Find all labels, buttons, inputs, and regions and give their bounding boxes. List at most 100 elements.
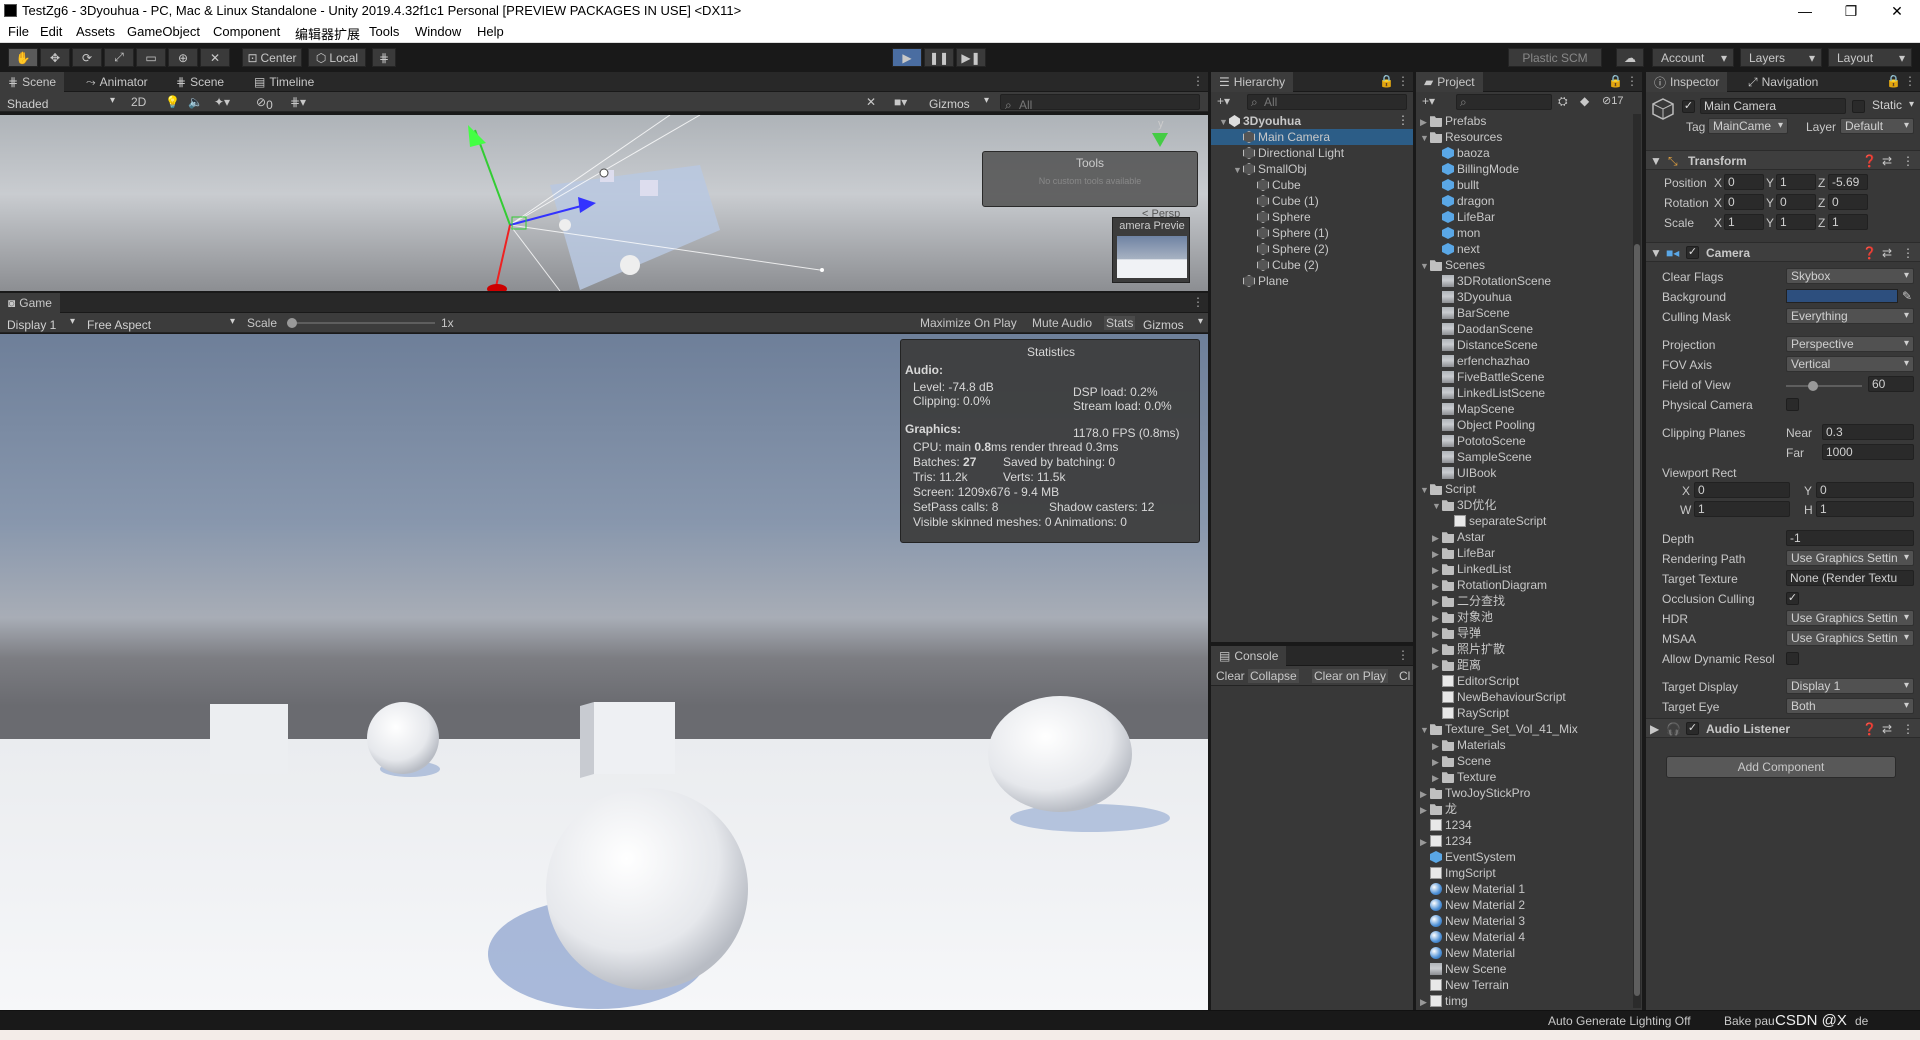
- console-clear-button[interactable]: Clear: [1216, 669, 1245, 683]
- scale-y-field[interactable]: 1: [1776, 214, 1816, 230]
- fov-field[interactable]: 60: [1868, 376, 1914, 392]
- hierarchy-item[interactable]: Sphere: [1211, 209, 1413, 225]
- bake-status[interactable]: Bake pau: [1724, 1014, 1775, 1028]
- help-icon[interactable]: ❓: [1862, 246, 1877, 260]
- project-item[interactable]: ▶ Prefabs: [1416, 113, 1634, 129]
- audio-listener-checkbox[interactable]: ✓: [1686, 722, 1699, 735]
- project-item[interactable]: DaodanScene: [1416, 321, 1634, 337]
- project-item[interactable]: erfenchazhao: [1416, 353, 1634, 369]
- project-item[interactable]: 3DRotationScene: [1416, 273, 1634, 289]
- menu-file[interactable]: File: [8, 24, 29, 39]
- target-eye-dropdown[interactable]: Both: [1786, 698, 1914, 714]
- step-button[interactable]: ▶❚: [956, 48, 986, 67]
- foldout-icon[interactable]: ▼: [1420, 722, 1430, 738]
- project-item[interactable]: ▼ Resources: [1416, 129, 1634, 145]
- project-item[interactable]: New Material: [1416, 945, 1634, 961]
- tab-console[interactable]: ▤ Console: [1211, 646, 1287, 666]
- tag-dropdown[interactable]: MainCame: [1708, 118, 1788, 134]
- more-icon[interactable]: ⋮: [1397, 113, 1409, 127]
- custom-tool-icon[interactable]: ✕: [200, 48, 230, 67]
- tab-timeline[interactable]: ▤ Timeline: [246, 72, 322, 92]
- foldout-icon[interactable]: ▶: [1432, 546, 1442, 562]
- stats-toggle[interactable]: Stats: [1104, 316, 1136, 330]
- project-item[interactable]: ▶ 导弹: [1416, 625, 1634, 641]
- dynamic-resolution-checkbox[interactable]: [1786, 652, 1799, 665]
- pivot-local-button[interactable]: ⬡ Local: [308, 48, 366, 67]
- 2d-toggle[interactable]: 2D: [131, 95, 146, 109]
- maximize-on-play-toggle[interactable]: Maximize On Play: [920, 316, 1017, 330]
- grid-snap-icon[interactable]: ⋕: [372, 48, 396, 67]
- more-icon[interactable]: ⋮: [1902, 154, 1914, 168]
- project-item[interactable]: ▼ Texture_Set_Vol_41_Mix: [1416, 721, 1634, 737]
- search-by-label-icon[interactable]: ◆: [1580, 94, 1589, 108]
- display-dropdown[interactable]: Display 1: [2, 315, 78, 332]
- object-name-field[interactable]: Main Camera: [1700, 98, 1846, 114]
- transform-tool-icon[interactable]: ⊕: [168, 48, 198, 67]
- rotation-y-field[interactable]: 0: [1776, 194, 1816, 210]
- mute-audio-toggle[interactable]: Mute Audio: [1032, 316, 1092, 330]
- foldout-icon[interactable]: ▶: [1432, 578, 1442, 594]
- project-item[interactable]: ▶ 对象池: [1416, 609, 1634, 625]
- project-item[interactable]: PototoScene: [1416, 433, 1634, 449]
- presets-icon[interactable]: ⇄: [1882, 722, 1892, 736]
- tab-scene[interactable]: ⋕ Scene: [0, 72, 65, 92]
- scale-slider-thumb[interactable]: [287, 318, 297, 328]
- pivot-center-button[interactable]: ⊡ Center: [242, 48, 302, 67]
- project-item[interactable]: SampleScene: [1416, 449, 1634, 465]
- project-item[interactable]: ▶ LinkedList: [1416, 561, 1634, 577]
- sphere-object[interactable]: [367, 702, 439, 774]
- position-z-field[interactable]: -5.69: [1828, 174, 1868, 190]
- presets-icon[interactable]: ⇄: [1882, 154, 1892, 168]
- project-item[interactable]: New Material 4: [1416, 929, 1634, 945]
- aspect-dropdown[interactable]: Free Aspect: [82, 315, 238, 332]
- tab-animator[interactable]: ⤳ Animator: [78, 72, 156, 92]
- project-item[interactable]: mon: [1416, 225, 1634, 241]
- project-item[interactable]: bullt: [1416, 177, 1634, 193]
- project-item[interactable]: BillingMode: [1416, 161, 1634, 177]
- more-icon[interactable]: ⋮: [1904, 74, 1916, 88]
- project-item[interactable]: BarScene: [1416, 305, 1634, 321]
- viewport-w-field[interactable]: 1: [1694, 501, 1790, 517]
- pause-button[interactable]: ❚❚: [924, 48, 954, 67]
- foldout-icon[interactable]: ▶: [1432, 642, 1442, 658]
- project-item[interactable]: DistanceScene: [1416, 337, 1634, 353]
- project-item[interactable]: ▶ Materials: [1416, 737, 1634, 753]
- audio-icon[interactable]: 🔈: [188, 95, 203, 109]
- project-item[interactable]: ▶ timg: [1416, 993, 1634, 1009]
- hierarchy-item[interactable]: Sphere (1): [1211, 225, 1413, 241]
- project-item[interactable]: ▶ RotationDiagram: [1416, 577, 1634, 593]
- project-item[interactable]: ▶ 二分查找: [1416, 593, 1634, 609]
- lock-icon[interactable]: 🔒: [1608, 74, 1623, 88]
- tab-navigation[interactable]: ⤢ Navigation: [1740, 72, 1826, 92]
- near-field[interactable]: 0.3: [1822, 424, 1914, 440]
- more-icon[interactable]: ⋮: [1902, 246, 1914, 260]
- console-more-toggle[interactable]: Cl: [1399, 669, 1410, 683]
- target-display-dropdown[interactable]: Display 1: [1786, 678, 1914, 694]
- project-item[interactable]: UIBook: [1416, 465, 1634, 481]
- rendering-path-dropdown[interactable]: Use Graphics Settin: [1786, 550, 1914, 566]
- transform-header[interactable]: ▼ ⤡ Transform ❓ ⇄ ⋮: [1646, 150, 1920, 170]
- hierarchy-item[interactable]: Cube (1): [1211, 193, 1413, 209]
- more-icon[interactable]: ⋮: [1397, 648, 1409, 662]
- foldout-icon[interactable]: ▼: [1233, 162, 1243, 178]
- project-item[interactable]: MapScene: [1416, 401, 1634, 417]
- tab-inspector[interactable]: ⓘ Inspector: [1646, 72, 1728, 92]
- project-item[interactable]: separateScript: [1416, 513, 1634, 529]
- effects-icon[interactable]: ✦▾: [214, 95, 230, 109]
- static-dropdown[interactable]: Static: [1868, 98, 1918, 114]
- project-item[interactable]: New Terrain: [1416, 977, 1634, 993]
- scale-tool-icon[interactable]: ⤢: [104, 48, 134, 67]
- project-item[interactable]: ▼ Script: [1416, 481, 1634, 497]
- position-x-field[interactable]: 0: [1724, 174, 1764, 190]
- menu-tools[interactable]: Tools: [369, 24, 399, 39]
- rotation-x-field[interactable]: 0: [1724, 194, 1764, 210]
- project-item[interactable]: next: [1416, 241, 1634, 257]
- cube-object[interactable]: [640, 180, 658, 196]
- target-texture-field[interactable]: None (Render Textu: [1786, 570, 1914, 586]
- tools-icon[interactable]: ✕: [866, 95, 876, 109]
- search-by-type-icon[interactable]: ⛭: [1558, 94, 1568, 109]
- hierarchy-item[interactable]: Sphere (2): [1211, 241, 1413, 257]
- menu-gameobject[interactable]: GameObject: [127, 24, 200, 39]
- project-item[interactable]: 3Dyouhua: [1416, 289, 1634, 305]
- project-item[interactable]: RayScript: [1416, 705, 1634, 721]
